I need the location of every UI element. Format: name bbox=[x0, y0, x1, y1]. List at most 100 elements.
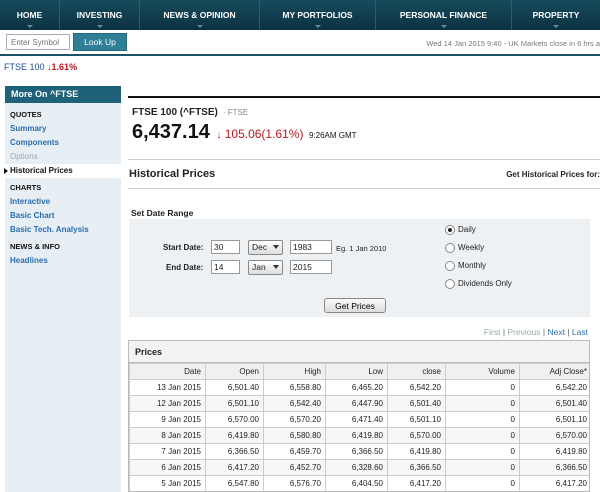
start-year-input[interactable]: 1983 bbox=[290, 240, 332, 254]
table-cell: 9 Jan 2015 bbox=[129, 411, 206, 428]
table-cell: 6,570.00 bbox=[387, 427, 446, 444]
table-cell: 6,570.00 bbox=[519, 427, 589, 444]
sidebar-item-interactive[interactable]: Interactive bbox=[5, 195, 121, 209]
date-range-title: Set Date Range bbox=[131, 208, 194, 218]
table-cell: 6,366.50 bbox=[205, 443, 264, 460]
table-cell: 6,459.70 bbox=[263, 443, 326, 460]
nav-label: INVESTING bbox=[76, 10, 123, 20]
table-cell: 6,417.20 bbox=[387, 475, 446, 491]
table-cell: 6,576.70 bbox=[263, 475, 326, 491]
table-cell: 0 bbox=[445, 427, 520, 444]
table-cell: 6,419.80 bbox=[205, 427, 264, 444]
radio-label: Monthly bbox=[458, 261, 487, 271]
column-header: close bbox=[387, 363, 446, 380]
table-cell: 6,417.20 bbox=[519, 475, 589, 491]
table-cell: 0 bbox=[445, 395, 520, 412]
radio-monthly[interactable]: Monthly bbox=[445, 261, 486, 271]
change-percent: (1.61%) bbox=[261, 127, 304, 141]
nav-personal-finance[interactable]: PERSONAL FINANCE bbox=[376, 0, 512, 30]
table-cell: 0 bbox=[445, 379, 520, 396]
table-cell: 13 Jan 2015 bbox=[129, 379, 206, 396]
end-day-input[interactable]: 14 bbox=[211, 260, 240, 274]
radio-weekly[interactable]: Weekly bbox=[445, 243, 484, 253]
symbol-search-input[interactable] bbox=[6, 34, 70, 50]
table-cell: 6,419.80 bbox=[325, 427, 388, 444]
top-nav: HOME INVESTING NEWS & OPINION MY PORTFOL… bbox=[0, 0, 600, 30]
table-cell: 6,501.40 bbox=[387, 395, 446, 412]
quote-time: 9:26AM GMT bbox=[308, 131, 357, 140]
end-month-select[interactable]: Jan bbox=[248, 260, 283, 275]
nav-investing[interactable]: INVESTING bbox=[60, 0, 140, 30]
column-header: Volume bbox=[445, 363, 520, 380]
ticker-line: FTSE 100 ↓1.61% bbox=[4, 62, 77, 72]
sidebar-item-basic-chart[interactable]: Basic Chart bbox=[5, 209, 121, 223]
table-row: 12 Jan 2015 6,501.10 6,542.40 6,447.90 6,501… bbox=[129, 395, 589, 412]
nav-label: MY PORTFOLIOS bbox=[282, 10, 353, 20]
end-year-input[interactable]: 2015 bbox=[290, 260, 332, 274]
table-cell: 6,447.90 bbox=[325, 395, 388, 412]
sidebar-item-historical-prices[interactable]: Historical Prices bbox=[4, 164, 121, 178]
pager-last-link[interactable]: Last bbox=[572, 327, 588, 337]
radio-button[interactable] bbox=[445, 279, 455, 289]
column-header: Date bbox=[129, 363, 206, 380]
nav-label: NEWS & OPINION bbox=[163, 10, 236, 20]
start-date-label: Start Date: bbox=[163, 243, 204, 252]
table-cell: 6,580.80 bbox=[263, 427, 326, 444]
table-cell: 6,417.20 bbox=[205, 459, 264, 476]
sidebar-section-quotes: QUOTES bbox=[10, 110, 42, 119]
chevron-down-icon bbox=[273, 265, 279, 269]
radio-label: Daily bbox=[458, 225, 476, 235]
nav-my-portfolios[interactable]: MY PORTFOLIOS bbox=[260, 0, 376, 30]
sidebar-item-summary[interactable]: Summary bbox=[5, 122, 121, 136]
nav-label: HOME bbox=[16, 10, 43, 20]
radio-daily[interactable]: Daily bbox=[445, 225, 476, 235]
nav-label: PERSONAL FINANCE bbox=[399, 10, 488, 20]
end-date-label: End Date: bbox=[166, 263, 204, 272]
prices-table: Date Open High Low close Volume Adj Clos… bbox=[129, 363, 589, 491]
quote-name: FTSE 100 (^FTSE) bbox=[132, 107, 218, 118]
table-cell: 6,501.10 bbox=[519, 411, 589, 428]
pager-next-link[interactable]: Next bbox=[547, 327, 564, 337]
radio-dividends-only[interactable]: Dividends Only bbox=[445, 279, 512, 289]
start-day-input[interactable]: 30 bbox=[211, 240, 240, 254]
nav-news-opinion[interactable]: NEWS & OPINION bbox=[140, 0, 260, 30]
column-header: Low bbox=[325, 363, 388, 380]
get-prices-button[interactable]: Get Prices bbox=[324, 298, 386, 313]
sidebar-item-headlines[interactable]: Headlines bbox=[5, 254, 121, 268]
radio-button[interactable] bbox=[445, 261, 455, 271]
table-header-row: Date Open High Low close Volume Adj Clos… bbox=[129, 363, 589, 380]
sidebar-section-news: NEWS & INFO bbox=[10, 242, 60, 251]
column-header: Adj Close* bbox=[519, 363, 589, 380]
table-row: 6 Jan 2015 6,417.20 6,452.70 6,328.60 6,366.… bbox=[129, 459, 589, 476]
look-up-button[interactable]: Look Up bbox=[73, 33, 127, 51]
table-cell: 6,501.10 bbox=[205, 395, 264, 412]
radio-button[interactable] bbox=[445, 225, 455, 235]
down-arrow-icon: ↓ bbox=[216, 130, 222, 141]
table-cell: 6,465.20 bbox=[325, 379, 388, 396]
sidebar-item-components[interactable]: Components bbox=[5, 136, 121, 150]
ticker-symbol-link[interactable]: FTSE 100 bbox=[4, 62, 45, 72]
pager-separator: | bbox=[567, 327, 570, 337]
page-title: Historical Prices bbox=[129, 168, 216, 180]
table-cell: 0 bbox=[445, 411, 520, 428]
table-row: 5 Jan 2015 6,547.80 6,576.70 6,404.50 6,417.… bbox=[129, 475, 589, 491]
radio-button[interactable] bbox=[445, 243, 455, 253]
table-cell: 0 bbox=[445, 443, 520, 460]
sidebar-section-charts: CHARTS bbox=[10, 183, 42, 192]
date-example: Eg. 1 Jan 2010 bbox=[336, 244, 387, 253]
nav-home[interactable]: HOME bbox=[0, 0, 60, 30]
table-cell: 0 bbox=[445, 459, 520, 476]
table-cell: 6,501.40 bbox=[519, 395, 589, 412]
radio-label: Weekly bbox=[458, 243, 485, 253]
search-bar: Look Up Wed 14 Jan 2015 9:40 - UK Market… bbox=[0, 30, 600, 56]
table-cell: 6,542.20 bbox=[519, 379, 589, 396]
start-month-select[interactable]: Dec bbox=[248, 240, 283, 255]
table-cell: 6,404.50 bbox=[325, 475, 388, 491]
pagination: First | Previous | Next | Last bbox=[484, 327, 588, 337]
table-row: 13 Jan 2015 6,501.40 6,558.80 6,465.20 6,542… bbox=[129, 379, 589, 396]
nav-property[interactable]: PROPERTY bbox=[512, 0, 600, 30]
table-cell: 6,570.00 bbox=[205, 411, 264, 428]
table-cell: 8 Jan 2015 bbox=[129, 427, 206, 444]
sidebar-item-basic-tech-analysis[interactable]: Basic Tech. Analysis bbox=[5, 223, 121, 237]
pager-separator: | bbox=[542, 327, 546, 337]
